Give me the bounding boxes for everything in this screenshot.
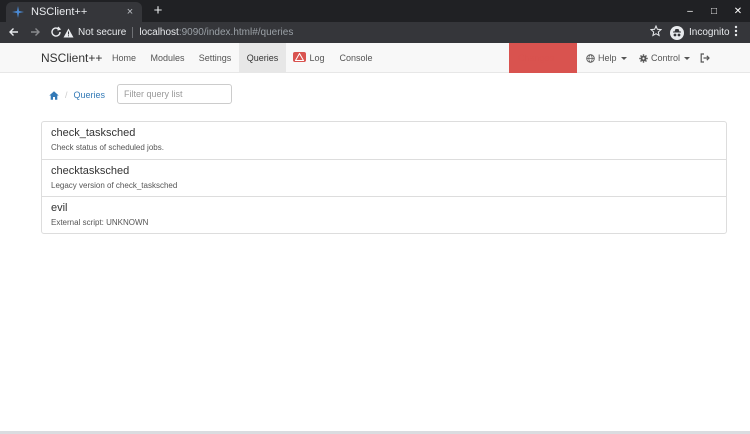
control-label: Control <box>651 53 681 63</box>
query-description: Legacy version of check_tasksched <box>51 181 178 190</box>
breadcrumb-queries[interactable]: Queries <box>74 90 106 100</box>
tab-title: NSClient++ <box>31 6 88 18</box>
incognito-icon <box>670 25 684 40</box>
browser-tabstrip: NSClient++ × + – □ ✕ <box>0 0 750 22</box>
maximize-button[interactable]: □ <box>702 0 726 22</box>
nav-log[interactable]: Log <box>286 43 332 73</box>
minimize-button[interactable]: – <box>678 0 702 22</box>
back-arrow-icon[interactable] <box>7 26 21 40</box>
brand-link[interactable]: NSClient++ <box>41 43 102 73</box>
close-window-button[interactable]: ✕ <box>726 0 750 22</box>
nav-queries[interactable]: Queries <box>239 43 286 73</box>
chevron-down-icon <box>684 56 691 60</box>
globe-icon <box>586 53 595 63</box>
control-dropdown[interactable]: Control <box>639 43 691 73</box>
url-host: localhost <box>139 27 179 38</box>
address-bar[interactable]: Not secure localhost:9090/index.html#/qu… <box>62 24 662 41</box>
query-name: evil <box>51 202 68 214</box>
home-icon[interactable] <box>49 90 59 100</box>
list-item[interactable]: evil External script: UNKNOWN <box>42 196 726 233</box>
nav-settings[interactable]: Settings <box>191 43 239 73</box>
nav-home[interactable]: Home <box>104 43 144 73</box>
window-controls: – □ ✕ <box>678 0 750 22</box>
breadcrumb-separator: / <box>65 90 68 100</box>
query-list: check_tasksched Check status of schedule… <box>41 121 727 234</box>
changes-button[interactable]: Changes <box>509 43 577 73</box>
not-secure-label: Not secure <box>78 27 127 38</box>
nav-modules[interactable]: Modules <box>144 43 191 73</box>
app-navbar: NSClient++ Home Modules Settings Queries… <box>0 43 750 73</box>
help-label: Help <box>598 53 617 63</box>
new-tab-button[interactable]: + <box>150 3 166 19</box>
query-description: Check status of scheduled jobs. <box>51 143 164 152</box>
warning-icon <box>62 27 74 39</box>
filter-input[interactable] <box>117 84 232 104</box>
gear-icon <box>639 53 648 63</box>
breadcrumb: / Queries <box>49 89 105 101</box>
help-dropdown[interactable]: Help <box>586 43 627 73</box>
forward-arrow-icon[interactable] <box>28 26 42 40</box>
browser-toolbar: Not secure localhost:9090/index.html#/qu… <box>0 22 750 43</box>
browser-menu-icon[interactable] <box>734 25 738 40</box>
reload-icon[interactable] <box>49 26 63 40</box>
chevron-down-icon <box>620 56 627 60</box>
url-path: :9090/index.html#/queries <box>178 27 294 38</box>
bookmark-star-icon[interactable] <box>649 24 663 40</box>
list-item[interactable]: checktasksched Legacy version of check_t… <box>42 159 726 196</box>
query-name: checktasksched <box>51 165 130 177</box>
incognito-label: Incognito <box>689 27 730 38</box>
incognito-indicator[interactable]: Incognito <box>670 23 730 42</box>
changes-label: Changes <box>518 53 555 63</box>
nav-console[interactable]: Console <box>332 43 380 73</box>
address-separator <box>132 27 134 38</box>
logout-icon[interactable] <box>700 43 710 73</box>
list-item[interactable]: check_tasksched Check status of schedule… <box>42 122 726 159</box>
nsclient-favicon-icon <box>12 6 24 18</box>
browser-tab[interactable]: NSClient++ × <box>6 2 142 22</box>
log-warning-icon <box>293 52 307 62</box>
tab-close-icon[interactable]: × <box>124 6 136 18</box>
nav-log-label: Log <box>309 53 325 63</box>
query-name: check_tasksched <box>51 127 136 139</box>
query-description: External script: UNKNOWN <box>51 218 149 227</box>
